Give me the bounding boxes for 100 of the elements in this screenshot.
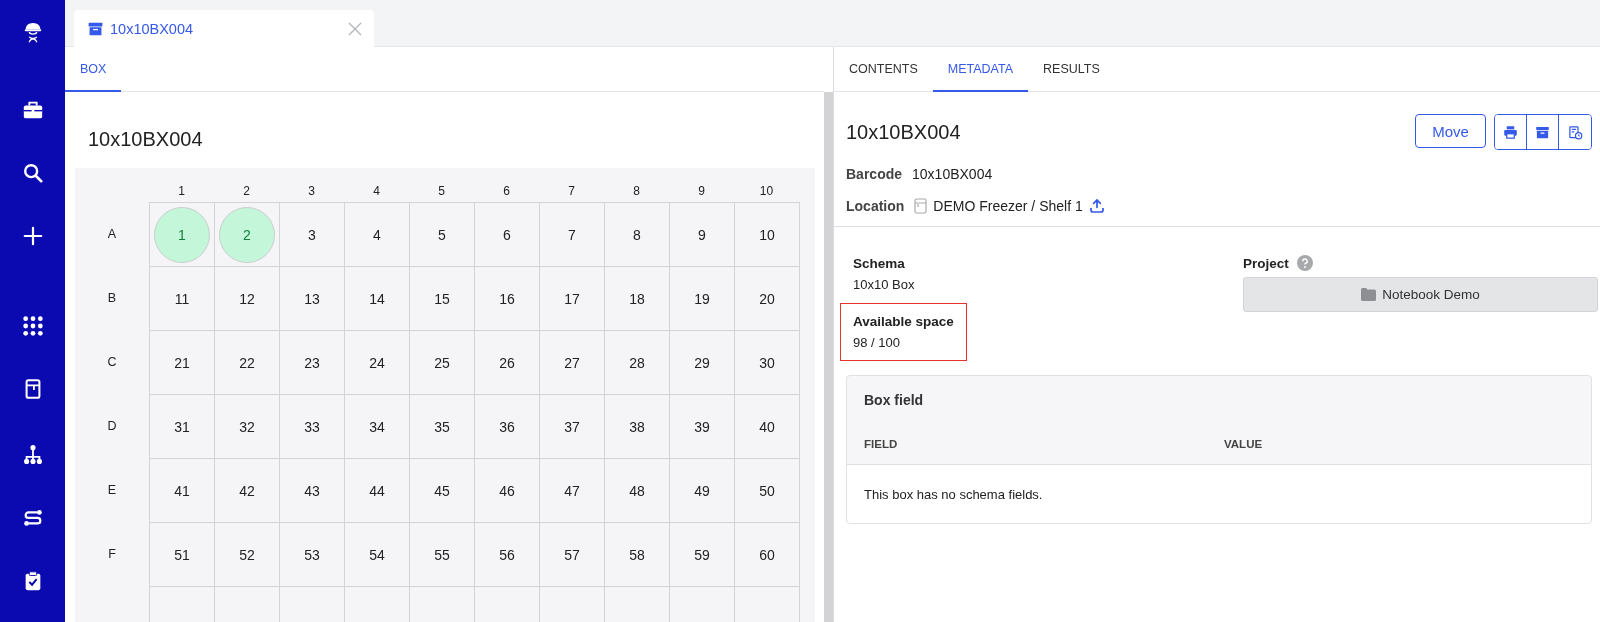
field-label: Barcode: [846, 166, 903, 182]
well-number: 35: [433, 417, 451, 437]
well-number: 30: [758, 353, 776, 373]
well-cell[interactable]: 10: [734, 202, 800, 267]
box-icon: [88, 21, 103, 36]
well-number: 34: [368, 417, 386, 437]
row-label: E: [106, 482, 118, 499]
location-link[interactable]: DEMO Freezer / Shelf 1: [933, 198, 1083, 214]
well-number: 15: [433, 289, 451, 309]
upload-icon[interactable]: [1088, 198, 1105, 214]
row-label: A: [106, 226, 118, 243]
well-number: 39: [693, 417, 711, 437]
well-number: 47: [563, 481, 581, 501]
tab[interactable]: CONTENTS: [834, 47, 933, 92]
well-number: 26: [498, 353, 516, 373]
column-label: 7: [567, 183, 576, 200]
well-number: 27: [563, 353, 581, 373]
column-header: FIELD: [864, 438, 899, 450]
well-number: 40: [758, 417, 776, 437]
well-number: 23: [303, 353, 321, 373]
field-label: Project: [1243, 255, 1289, 271]
column-label: 3: [307, 183, 316, 200]
well-number: 7: [567, 225, 577, 245]
column-label: 5: [437, 183, 446, 200]
well-number: 36: [498, 417, 516, 437]
column-label: 1: [177, 183, 186, 200]
well-number: 53: [303, 545, 321, 565]
well-number: 55: [433, 545, 451, 565]
well-number: 52: [238, 545, 256, 565]
well-number: 56: [498, 545, 516, 565]
well-number: 59: [693, 545, 711, 565]
well-number: 38: [628, 417, 646, 437]
well-number: 41: [173, 481, 191, 501]
row-label: D: [106, 418, 118, 435]
hierarchy-icon[interactable]: [21, 444, 44, 466]
freezer-icon: [914, 198, 928, 214]
well-number: 54: [368, 545, 386, 565]
column-label: 2: [242, 183, 251, 200]
tab[interactable]: METADATA: [932, 47, 1029, 92]
empty-message: This box has no schema fields.: [864, 486, 1043, 502]
well-number: 12: [238, 289, 256, 309]
well-number: 19: [693, 289, 711, 309]
document-tab[interactable]: 10x10BX004: [74, 10, 374, 47]
well-number: 22: [238, 353, 256, 373]
scrollbar[interactable]: [824, 92, 833, 622]
well-number: 20: [758, 289, 776, 309]
column-header: VALUE: [1224, 438, 1264, 450]
project-button[interactable]: Notebook Demo: [1243, 277, 1598, 312]
well-number: 3: [307, 225, 317, 245]
field-label: Location: [846, 198, 905, 214]
well-number: 4: [372, 225, 382, 245]
briefcase-icon[interactable]: [21, 99, 44, 121]
well-number: 10: [758, 225, 776, 245]
well-number: 25: [433, 353, 451, 373]
row-label: F: [107, 546, 117, 563]
well-number: 32: [238, 417, 256, 437]
column-label: 6: [502, 183, 511, 200]
well-number: 42: [238, 481, 256, 501]
plus-icon[interactable]: [21, 225, 44, 247]
apps-grid-icon[interactable]: [21, 315, 44, 337]
well-number: 21: [173, 353, 191, 373]
print-button[interactable]: [1495, 115, 1527, 149]
well-number: 44: [368, 481, 386, 501]
well-number: 51: [173, 545, 191, 565]
field-label: Available space: [853, 314, 954, 329]
card-title: Box field: [863, 391, 925, 410]
row-label: B: [106, 290, 118, 307]
column-label: 9: [697, 183, 706, 200]
print-icon: [1503, 124, 1518, 140]
row-label: C: [106, 354, 118, 371]
tab[interactable]: BOX: [65, 47, 122, 92]
well-number: 18: [628, 289, 646, 309]
archive-icon: [1535, 124, 1550, 140]
column-label: 8: [632, 183, 641, 200]
tab[interactable]: RESULTS: [1028, 47, 1115, 92]
well-number: 29: [693, 353, 711, 373]
search-icon[interactable]: [21, 162, 44, 184]
well-number: 46: [498, 481, 516, 501]
well-number: 50: [758, 481, 776, 501]
box-title: 10x10BX004: [846, 120, 961, 144]
well-number: 45: [433, 481, 451, 501]
calendar-clock-icon: [1567, 124, 1583, 140]
well-number: 48: [628, 481, 646, 501]
well-number: 14: [368, 289, 386, 309]
well-number: 60: [758, 545, 776, 565]
field-value: 98 / 100: [853, 335, 901, 350]
well-number: 58: [628, 545, 646, 565]
field-value: 10x10 Box: [853, 277, 915, 292]
well-number: 24: [368, 353, 386, 373]
well-number: 6: [502, 225, 512, 245]
well-number: 31: [173, 417, 191, 437]
well-number: 49: [693, 481, 711, 501]
well-number: 11: [173, 289, 191, 309]
well-number: 17: [563, 289, 581, 309]
move-button[interactable]: Move: [1415, 114, 1486, 148]
well-number: 16: [498, 289, 516, 309]
barcode-value: 10x10BX004: [912, 166, 993, 182]
well-number: 43: [303, 481, 321, 501]
well-number: 28: [628, 353, 646, 373]
well-number: 8: [632, 225, 642, 245]
